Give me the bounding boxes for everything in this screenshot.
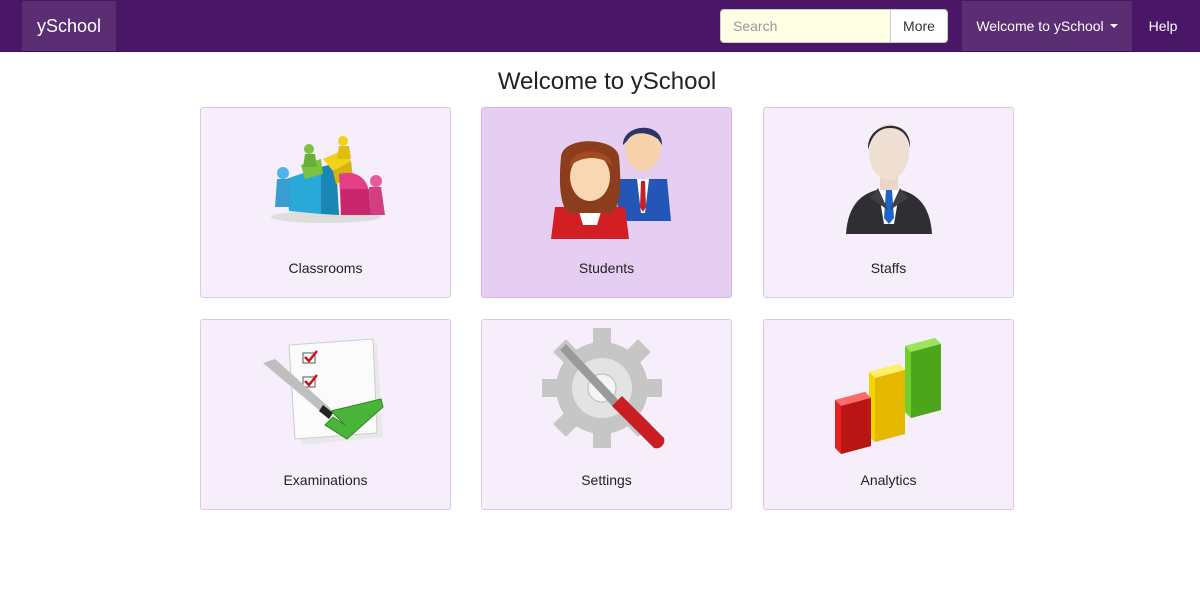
analytics-bars-icon [819, 326, 959, 456]
top-navbar: ySchool More Welcome to ySchool Help [0, 0, 1200, 52]
welcome-dropdown[interactable]: Welcome to ySchool [962, 1, 1132, 51]
tile-label: Students [578, 260, 635, 276]
more-button[interactable]: More [890, 9, 948, 43]
brand-link[interactable]: ySchool [22, 1, 116, 51]
students-icon [537, 114, 677, 244]
tile-label: Analytics [860, 472, 917, 488]
tile-classrooms[interactable]: Classrooms [200, 107, 451, 298]
staff-icon [819, 114, 959, 244]
tile-students[interactable]: Students [481, 107, 732, 298]
help-link[interactable]: Help [1134, 1, 1192, 51]
tile-staffs[interactable]: Staffs [763, 107, 1014, 298]
tile-settings[interactable]: Settings [481, 319, 732, 510]
tile-examinations[interactable]: Examinations [200, 319, 451, 510]
search-input[interactable] [720, 9, 890, 43]
tile-label: Classrooms [288, 260, 363, 276]
exam-checklist-icon [256, 326, 396, 456]
tile-label: Settings [581, 472, 632, 488]
tile-analytics[interactable]: Analytics [763, 319, 1014, 510]
page-title: Welcome to ySchool [497, 68, 717, 95]
settings-gear-icon [537, 326, 677, 456]
caret-down-icon [1109, 24, 1118, 28]
classroom-puzzle-icon [256, 114, 396, 244]
tile-label: Staffs [870, 260, 907, 276]
tile-label: Examinations [283, 472, 368, 488]
welcome-dropdown-label: Welcome to ySchool [976, 18, 1104, 34]
search-group: More [720, 9, 948, 43]
